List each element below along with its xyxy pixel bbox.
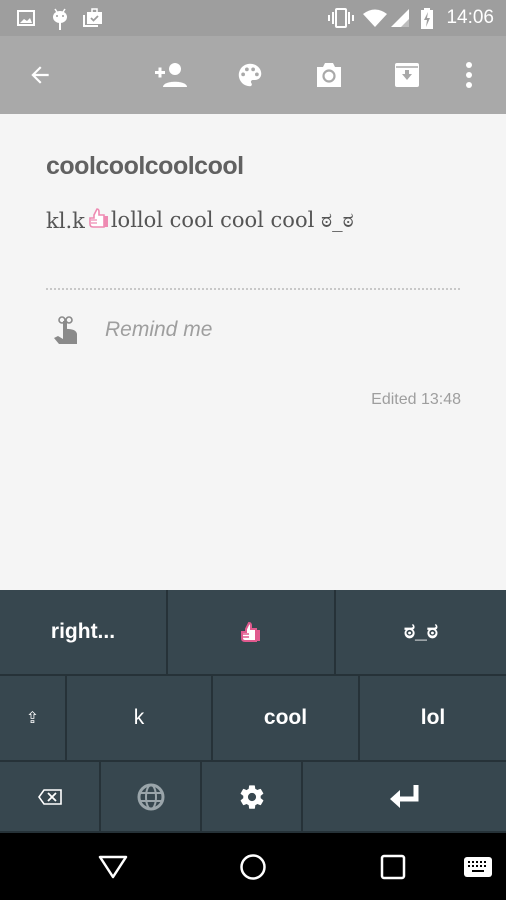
key-k[interactable]: k — [67, 676, 213, 762]
archive-button[interactable] — [389, 57, 425, 93]
language-key[interactable] — [101, 762, 202, 833]
battery-charging-icon — [420, 8, 434, 35]
palette-icon — [238, 63, 262, 87]
archive-icon — [395, 63, 419, 87]
more-vert-icon — [466, 62, 472, 88]
status-time: 14:06 — [446, 7, 494, 28]
more-options-button[interactable] — [451, 57, 487, 93]
key-cool[interactable]: cool — [213, 676, 360, 762]
square-recents-icon — [380, 854, 406, 880]
key-suggestion-3[interactable]: ಠ_ಠ — [336, 590, 506, 676]
gear-icon — [240, 784, 263, 809]
back-button[interactable] — [22, 57, 58, 93]
key-suggestion-thumbs-up[interactable] — [168, 590, 336, 676]
backspace-icon — [37, 788, 62, 805]
shift-icon: ⇪ — [25, 710, 40, 727]
thumbs-up-emoji-icon — [241, 621, 260, 642]
triangle-back-icon — [98, 855, 128, 879]
circle-home-icon — [240, 854, 266, 880]
nav-home-button[interactable] — [235, 851, 271, 883]
wifi-icon — [362, 8, 388, 33]
backspace-key[interactable] — [0, 762, 101, 833]
content-divider — [46, 288, 460, 290]
enter-icon — [389, 784, 418, 808]
keyboard-row-2: ⇪ k cool lol — [0, 676, 506, 762]
signal-icon — [390, 8, 410, 33]
globe-icon — [137, 783, 164, 810]
nav-back-button[interactable] — [95, 851, 131, 883]
remind-me-label: Remind me — [105, 318, 213, 341]
keyboard: right... ಠ_ಠ ⇪ k cool lol — [0, 590, 506, 833]
person-add-icon — [155, 63, 187, 87]
remind-me-button[interactable]: Remind me — [50, 314, 212, 346]
status-bar: 14:06 — [0, 0, 506, 36]
switch-keyboard-button[interactable] — [460, 851, 496, 883]
note-body[interactable]: kl.k lollol cool cool cool ಠ_ಠ — [46, 206, 354, 235]
add-image-button[interactable] — [311, 57, 347, 93]
reminder-finger-icon — [54, 316, 77, 344]
clipboard-check-icon — [82, 8, 104, 33]
key-suggestion-1[interactable]: right... — [0, 590, 168, 676]
camera-icon — [317, 63, 341, 87]
edited-timestamp: Edited 13:48 — [371, 391, 461, 408]
navigation-bar — [0, 833, 506, 900]
add-collaborator-button[interactable] — [153, 57, 189, 93]
enter-key[interactable] — [303, 762, 506, 833]
color-palette-button[interactable] — [232, 57, 268, 93]
nav-recents-button[interactable] — [375, 851, 411, 883]
keyboard-row-suggestions: right... ಠ_ಠ — [0, 590, 506, 676]
note-body-text-start: kl.k — [46, 208, 85, 233]
note-body-text-end: lollol cool cool cool ಠ_ಠ — [110, 208, 354, 232]
key-lol[interactable]: lol — [360, 676, 506, 762]
android-icon — [50, 8, 70, 35]
keyboard-icon — [464, 857, 492, 877]
note-title[interactable]: coolcoolcoolcool — [46, 152, 244, 181]
thumbs-up-icon — [87, 206, 111, 235]
note-toolbar — [0, 36, 506, 114]
note-editor: coolcoolcoolcool kl.k lollol cool cool c… — [0, 114, 506, 590]
arrow-back-icon — [31, 66, 49, 84]
vibrate-icon — [327, 8, 355, 33]
settings-key[interactable] — [202, 762, 303, 833]
shift-key[interactable]: ⇪ — [0, 676, 67, 762]
keyboard-row-3 — [0, 762, 506, 833]
image-icon — [16, 8, 36, 33]
